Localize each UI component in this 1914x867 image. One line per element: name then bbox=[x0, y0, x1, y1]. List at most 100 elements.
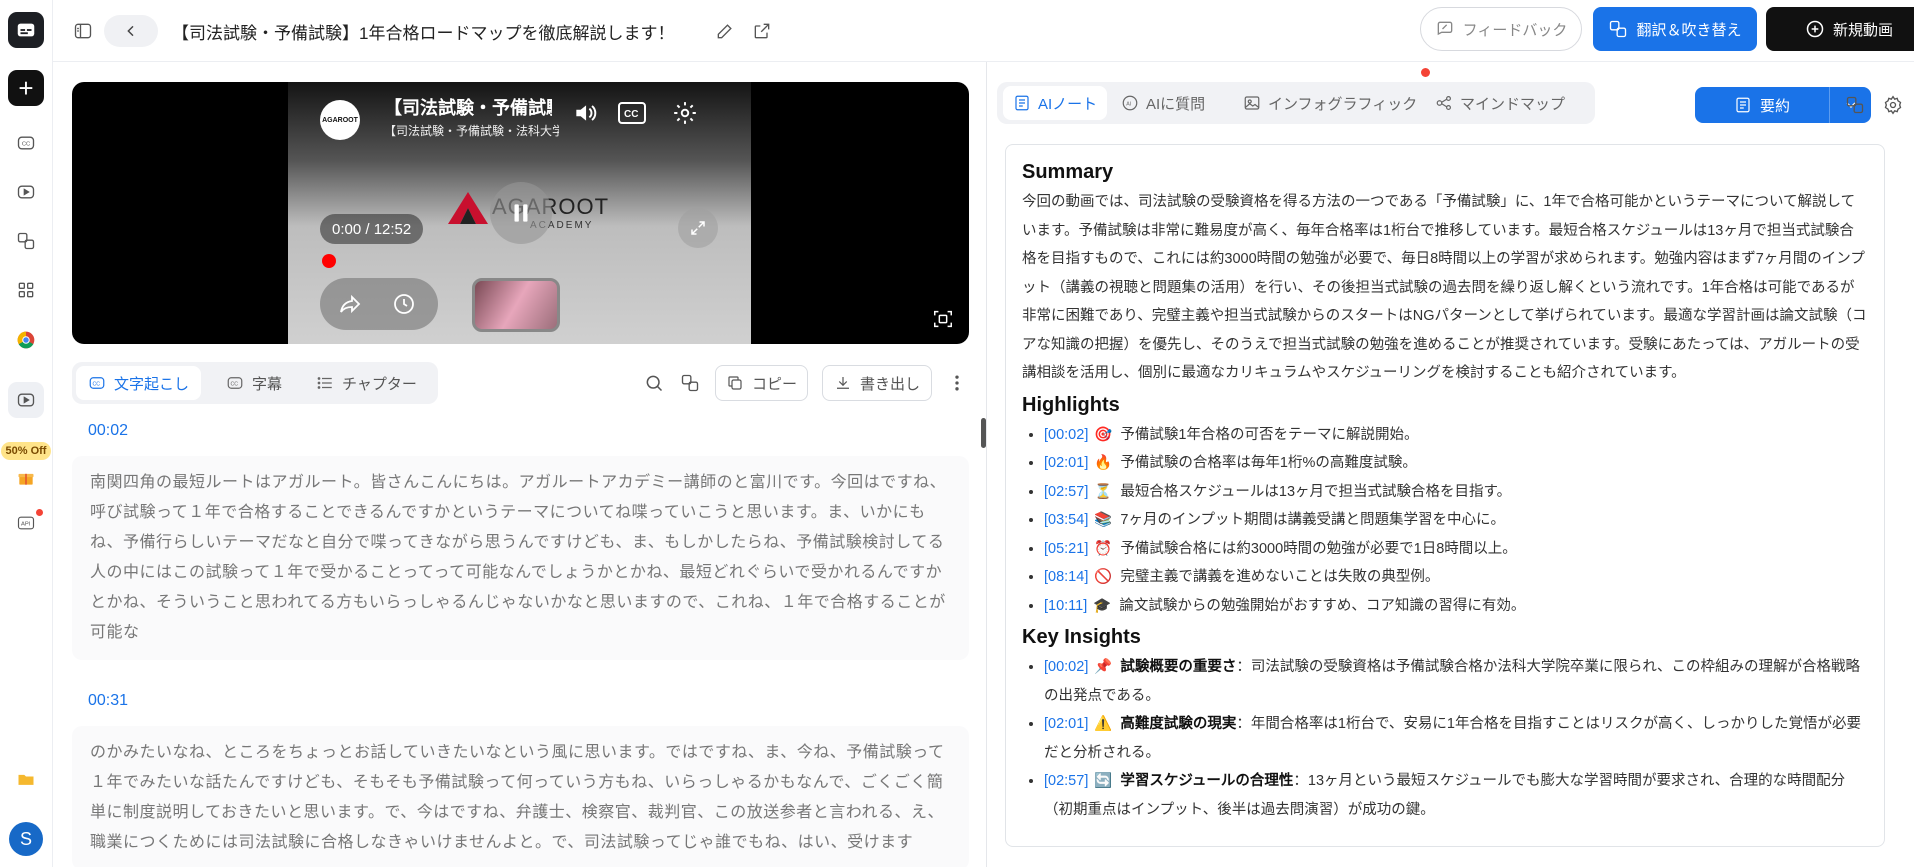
captions-icon[interactable]: CC bbox=[617, 98, 647, 128]
tab-mindmap[interactable]: マインドマップ bbox=[1425, 86, 1575, 120]
folder-icon[interactable] bbox=[14, 767, 38, 791]
transcript-timestamp[interactable]: 00:31 bbox=[88, 692, 128, 710]
settings-gear-icon[interactable] bbox=[670, 98, 700, 128]
open-external-icon[interactable] bbox=[749, 18, 775, 44]
ai-chat-icon: AI bbox=[1122, 95, 1138, 111]
highlights-heading: Highlights bbox=[1022, 393, 1120, 416]
pause-icon bbox=[514, 204, 528, 222]
gift-icon[interactable] bbox=[14, 466, 38, 490]
video-notes-icon[interactable] bbox=[8, 382, 44, 418]
sidebar-toggle-icon[interactable] bbox=[70, 18, 96, 44]
translate-icon[interactable] bbox=[1843, 93, 1867, 117]
search-icon[interactable] bbox=[642, 371, 666, 395]
video-frame[interactable]: AGAROOT 【司法試験・予備試験】1年合格ロードマップを徹底解説します！ 【… bbox=[288, 82, 751, 344]
back-button[interactable] bbox=[104, 15, 158, 47]
settings-gear-icon[interactable] bbox=[1881, 93, 1905, 117]
app-logo-icon[interactable] bbox=[8, 12, 44, 48]
clock-icon[interactable] bbox=[390, 290, 418, 318]
api-icon[interactable]: API bbox=[14, 511, 38, 535]
svg-text:API: API bbox=[21, 522, 31, 528]
image-icon bbox=[1244, 96, 1260, 110]
tab-mindmap-label: マインドマップ bbox=[1460, 95, 1566, 113]
edit-icon[interactable] bbox=[712, 18, 738, 44]
insight-timestamp[interactable]: [00:02] bbox=[1044, 659, 1088, 675]
channel-logo[interactable]: AGAROOT bbox=[320, 100, 360, 140]
insight-timestamp[interactable]: [02:57] bbox=[1044, 773, 1088, 789]
highlight-text: 予備試験の合格率は毎年1桁%の高難度試験。 bbox=[1120, 455, 1417, 471]
tab-chapters-label: チャプター bbox=[342, 375, 417, 393]
more-options-icon[interactable] bbox=[945, 371, 969, 395]
highlight-item: [10:11] 🎓 論文試験からの勉強開始がおすすめ、コア知識の習得に有効。 bbox=[1044, 592, 1868, 621]
transcript-paragraph[interactable]: 南関四角の最短ルートはアガルート。皆さんこんにちは。アガルートアカデミー講師のと… bbox=[72, 456, 969, 660]
feedback-button[interactable]: フィードバック bbox=[1420, 7, 1582, 51]
summary-label: 要約 bbox=[1759, 97, 1790, 115]
insight-title: 試験概要の重要さ bbox=[1120, 659, 1237, 675]
highlight-emoji: 🎯 bbox=[1094, 426, 1113, 443]
tab-transcription[interactable]: CC 文字起こし bbox=[76, 366, 202, 400]
highlight-timestamp[interactable]: [03:54] bbox=[1044, 512, 1088, 528]
tab-infographic[interactable]: インフォグラフィック bbox=[1233, 86, 1427, 120]
highlight-text: 論文試験からの勉強開始がおすすめ、コア知識の習得に有効。 bbox=[1119, 597, 1526, 614]
video-play-icon[interactable] bbox=[14, 180, 38, 204]
translate-dub-label: 翻訳＆吹き替え bbox=[1636, 21, 1742, 39]
chrome-icon[interactable] bbox=[14, 328, 38, 352]
expand-button[interactable] bbox=[678, 208, 718, 248]
highlight-timestamp[interactable]: [00:02] bbox=[1044, 427, 1088, 443]
insight-item: [02:57]🔄学習スケジュールの合理性：13ヶ月という最短スケジュールでも膨大… bbox=[1044, 767, 1868, 824]
share-icon[interactable] bbox=[336, 290, 364, 318]
subtitles-icon[interactable]: CC bbox=[14, 131, 38, 155]
new-video-button[interactable]: 新規動画 bbox=[1766, 7, 1914, 51]
translate-icon[interactable] bbox=[14, 229, 38, 253]
export-button[interactable]: 書き出し bbox=[822, 365, 932, 401]
apps-grid-icon[interactable] bbox=[14, 278, 38, 302]
transcript-paragraph[interactable]: のかみたいなね、ところをちょっとお話していきたいなという風に思います。ではですね… bbox=[72, 726, 969, 867]
translate-dub-button[interactable]: 翻訳＆吹き替え bbox=[1593, 7, 1757, 51]
promo-badge[interactable]: 50% Off bbox=[1, 442, 51, 460]
note-icon bbox=[1015, 95, 1029, 111]
highlight-text: 最短合格スケジュールは13ヶ月で担当式試験合格を目指す。 bbox=[1120, 483, 1512, 500]
transcript-list[interactable]: 00:02 南関四角の最短ルートはアガルート。皆さんこんにちは。アガルートアカデ… bbox=[72, 418, 969, 867]
screenshot-icon[interactable] bbox=[932, 308, 954, 330]
highlight-timestamp[interactable]: [10:11] bbox=[1044, 598, 1087, 614]
highlight-item: [08:14] 🚫 完璧主義で講義を進めないことは失敗の典型例。 bbox=[1044, 563, 1868, 592]
top-bar: 【司法試験・予備試験】1年合格ロードマップを徹底解説します！ フィードバック 翻… bbox=[53, 0, 1914, 62]
tab-ai-note[interactable]: AIノート bbox=[1003, 86, 1108, 120]
highlight-timestamp[interactable]: [08:14] bbox=[1044, 569, 1088, 585]
pause-button[interactable] bbox=[490, 182, 552, 244]
volume-icon[interactable] bbox=[570, 98, 600, 128]
insight-emoji: ⚠️ bbox=[1094, 716, 1113, 732]
svg-text:AI: AI bbox=[1126, 101, 1131, 107]
video-thumbnail[interactable] bbox=[472, 278, 560, 332]
video-player-subtitle: 【司法試験・予備試験・法科大学院】アガルートアカデミー bbox=[384, 124, 559, 138]
video-player[interactable]: AGAROOT 【司法試験・予備試験】1年合格ロードマップを徹底解説します！ 【… bbox=[72, 82, 969, 344]
new-item-button[interactable]: + bbox=[8, 70, 44, 106]
divider bbox=[1829, 87, 1830, 123]
highlight-timestamp[interactable]: [02:57] bbox=[1044, 484, 1088, 500]
cc-icon: CC bbox=[227, 377, 243, 389]
highlight-text: 予備試験1年合格の可否をテーマに解説開始。 bbox=[1120, 426, 1419, 443]
highlight-emoji: ⏳ bbox=[1094, 483, 1113, 500]
summary-main[interactable]: 要約 bbox=[1695, 87, 1829, 123]
translate-icon[interactable] bbox=[678, 371, 702, 395]
chevron-left-icon bbox=[127, 25, 134, 37]
ai-tabs: AIノート AI AIに質問 インフォグラフィック マインドマップ bbox=[997, 82, 1595, 124]
video-player-title[interactable]: 【司法試験・予備試験】1年合格ロードマップを徹底解説します！ bbox=[384, 94, 552, 120]
transcript-timestamp[interactable]: 00:02 bbox=[88, 422, 128, 440]
avatar[interactable]: S bbox=[9, 822, 43, 856]
highlights-list: [00:02] 🎯 予備試験1年合格の可否をテーマに解説開始。 [02:01] 🔥 予備… bbox=[1022, 421, 1868, 621]
mindmap-icon bbox=[1436, 96, 1451, 110]
notification-dot bbox=[1421, 68, 1430, 77]
highlight-timestamp[interactable]: [02:01] bbox=[1044, 455, 1088, 471]
download-icon bbox=[836, 377, 849, 389]
highlight-timestamp[interactable]: [05:21] bbox=[1044, 541, 1088, 557]
copy-button[interactable]: コピー bbox=[715, 365, 808, 401]
insight-timestamp[interactable]: [02:01] bbox=[1044, 716, 1088, 732]
ai-panel: AIノート AI AIに質問 インフォグラフィック マインドマップ 要約 Sum bbox=[986, 62, 1914, 867]
transcript-tabs: CC 文字起こし CC 字幕 チャプター bbox=[72, 362, 438, 404]
highlight-item: [03:54] 📚 7ヶ月のインプット期間は講義受講と問題集学習を中心に。 bbox=[1044, 506, 1868, 535]
tab-chapters[interactable]: チャプター bbox=[304, 366, 429, 400]
tab-subtitles[interactable]: CC 字幕 bbox=[214, 366, 294, 400]
tab-ai-ask[interactable]: AI AIに質問 bbox=[1111, 86, 1215, 120]
feedback-icon bbox=[1437, 21, 1452, 36]
tab-transcription-label: 文字起こし bbox=[114, 375, 190, 393]
